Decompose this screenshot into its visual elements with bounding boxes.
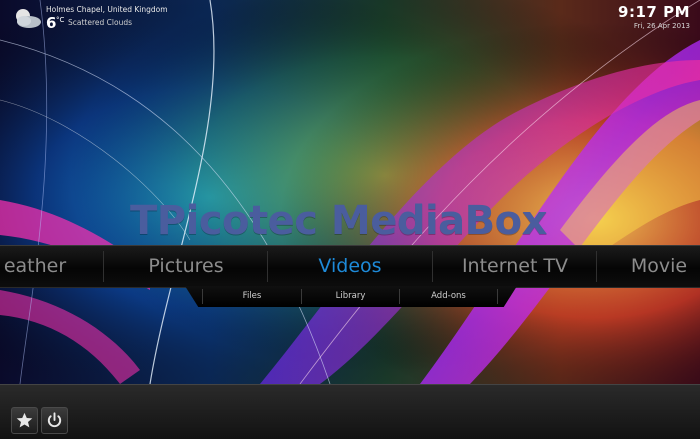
power-button[interactable] — [41, 407, 68, 434]
power-icon — [47, 412, 62, 428]
partly-cloudy-icon — [16, 9, 41, 28]
menu-item-videos[interactable]: Videos — [270, 246, 430, 287]
sub-menu: Files Library Add-ons — [185, 286, 517, 307]
weather-widget[interactable]: Holmes Chapel, United Kingdom 6 °C Scatt… — [12, 4, 232, 34]
menu-divider — [432, 251, 433, 282]
menu-divider — [596, 251, 597, 282]
menu-divider — [267, 251, 268, 282]
clock-time: 9:17 PM — [618, 3, 690, 21]
weather-unit: °C — [56, 16, 65, 24]
submenu-divider — [497, 289, 498, 304]
menu-divider — [103, 251, 104, 282]
menu-item-weather[interactable]: eather — [0, 246, 100, 287]
main-menu: eather Pictures Videos Internet TV Movie — [0, 245, 700, 288]
menu-item-pictures[interactable]: Pictures — [106, 246, 266, 287]
submenu-item-files[interactable]: Files — [203, 286, 301, 307]
menu-item-movies[interactable]: Movie — [599, 246, 700, 287]
submenu-item-add-ons[interactable]: Add-ons — [400, 286, 497, 307]
submenu-item-library[interactable]: Library — [302, 286, 399, 307]
favourites-button[interactable] — [11, 407, 38, 434]
weather-condition: Scattered Clouds — [68, 18, 132, 27]
clock-date: Fri, 26 Apr 2013 — [633, 22, 690, 30]
menu-item-internet-tv[interactable]: Internet TV — [435, 246, 595, 287]
weather-temperature: 6 — [46, 14, 57, 32]
weather-location: Holmes Chapel, United Kingdom — [46, 5, 168, 14]
star-icon — [16, 412, 33, 428]
bottom-bar — [0, 384, 700, 439]
clock-widget: 9:17 PM Fri, 26 Apr 2013 — [618, 3, 690, 30]
brand-logo: TPicotec MediaBox — [130, 198, 547, 244]
